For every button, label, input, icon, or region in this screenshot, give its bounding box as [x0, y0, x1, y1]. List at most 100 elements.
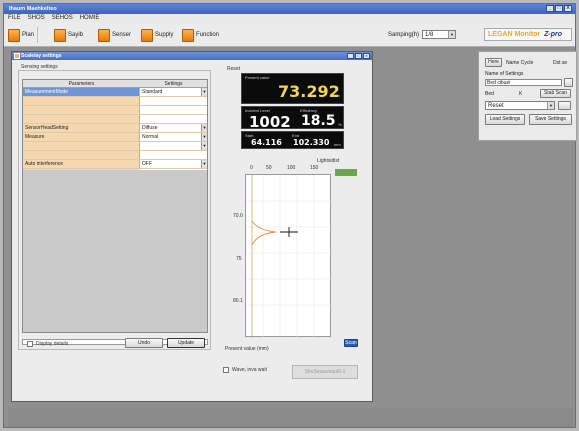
reset-apply-button[interactable]: [558, 101, 571, 110]
chevron-down-icon: ▼: [201, 133, 207, 141]
stab-scan-button[interactable]: Stab Scan: [540, 89, 571, 98]
menu-homie[interactable]: HOMIE: [80, 14, 100, 23]
toolbar: Plan Sayib Senser Supply Function Sampin…: [4, 23, 575, 47]
reset-select[interactable]: Reset ▼: [485, 101, 555, 110]
x-tick: 0: [250, 165, 253, 171]
row-param: SensorHeadSetting: [23, 124, 140, 132]
x-tick: 150: [310, 165, 319, 171]
plan-label: Plan: [22, 32, 35, 38]
apply-wave-button[interactable]: ShoSewaveaut0-1: [292, 365, 358, 379]
settings-header: Settings: [164, 81, 183, 87]
present-value: 73.292: [278, 82, 340, 101]
menu-sehos[interactable]: SEHOS: [52, 14, 73, 23]
wave-checkbox[interactable]: [223, 367, 229, 373]
grid-row[interactable]: ▼: [23, 142, 207, 151]
grid-row[interactable]: [23, 106, 207, 115]
main-window: Ihaum Maehkelteo _ □ X FILE SHOS SEHOS H…: [3, 3, 577, 428]
grid-row[interactable]: [23, 151, 207, 160]
row-param: [23, 115, 140, 123]
row-setting[interactable]: Standard ▼: [140, 88, 207, 96]
plan-icon: [8, 28, 20, 42]
row-setting[interactable]: [140, 106, 207, 114]
present-value-unit: mm: [333, 93, 340, 98]
level-indicator: [335, 169, 357, 176]
function-icon: [182, 28, 194, 42]
row-setting[interactable]: Normal ▼: [140, 133, 207, 141]
grid-row[interactable]: [23, 97, 207, 106]
supply-button[interactable]: Supply: [141, 28, 173, 42]
x-tick: 50: [266, 165, 272, 171]
parameters-header: Parameters: [68, 81, 95, 87]
row-setting[interactable]: OFF ▼: [140, 160, 207, 168]
name-cycle-label: Name Cycle: [506, 60, 534, 66]
incident-value: 1002: [249, 113, 291, 131]
sayib-button[interactable]: Sayib: [54, 28, 83, 42]
grid-row-measurement-mode[interactable]: MeasurementMode Standard ▼: [23, 88, 207, 97]
row-param: [23, 151, 140, 159]
load-settings-button[interactable]: Load Settings: [485, 114, 525, 125]
y-tick: 75: [236, 256, 242, 262]
plan-button[interactable]: Plan: [8, 28, 34, 42]
chevron-down-icon: ▼: [448, 31, 456, 38]
save-settings-button[interactable]: Save Settings: [529, 114, 572, 125]
efficiency-value: 18.5: [301, 113, 336, 129]
maximize-button[interactable]: □: [555, 5, 563, 12]
grid-row[interactable]: [23, 115, 207, 124]
sampling-control: Samping(h) 1/8 ▼: [388, 30, 457, 39]
close-button[interactable]: X: [564, 5, 572, 12]
brand-logo: LEGAN Monitor Z-pro: [484, 28, 572, 41]
grid-row-sensor-head[interactable]: SensorHeadSetting Diffuse ▼: [23, 124, 207, 133]
incident-efficiency-display: Incident Level Efficiency 1002 18.5 %: [241, 106, 344, 131]
row-setting[interactable]: ▼: [140, 142, 207, 150]
senser-button[interactable]: Senser: [98, 28, 131, 42]
function-button[interactable]: Function: [182, 28, 219, 42]
start-value: 64.116: [251, 138, 282, 147]
chevron-down-icon: ▼: [547, 102, 554, 109]
row-setting[interactable]: [140, 151, 207, 159]
efficiency-unit: %: [338, 122, 342, 127]
browse-button[interactable]: [564, 78, 573, 87]
scaling-settings-dialog: Scalelay settings _ □ × Sensing settings…: [11, 51, 373, 402]
row-setting-value: Standard: [142, 89, 163, 95]
function-label: Function: [196, 32, 220, 38]
sampling-select[interactable]: 1/8 ▼: [422, 30, 457, 39]
row-setting[interactable]: [140, 97, 207, 105]
dialog-close-button[interactable]: ×: [363, 53, 370, 59]
supply-label: Supply: [155, 32, 174, 38]
row-setting[interactable]: Diffuse ▼: [140, 124, 207, 132]
senser-icon: [98, 28, 110, 42]
crosshair-marker-icon: [280, 227, 298, 237]
dialog-minimize-button[interactable]: _: [347, 53, 354, 59]
dialog-maximize-button[interactable]: □: [355, 53, 362, 59]
wave-label: Wave, inva wait: [232, 367, 267, 373]
brand-name: LEGAN Monitor: [488, 31, 541, 38]
row-param: Measure: [23, 133, 140, 141]
display-details-label: Display details: [36, 341, 69, 347]
bed-label: Bed: [485, 91, 494, 97]
minimize-button[interactable]: _: [546, 5, 554, 12]
dialog-title-bar: Scalelay settings _ □ ×: [12, 52, 372, 60]
scan-button[interactable]: Scan: [344, 339, 358, 347]
chevron-down-icon: ▼: [201, 124, 207, 132]
settings-name-value: Bed cibuei: [487, 80, 511, 86]
grid-row-measure[interactable]: Measure Normal ▼: [23, 133, 207, 142]
menu-file[interactable]: FILE: [8, 14, 21, 23]
row-setting-value: Diffuse: [142, 125, 158, 131]
update-button[interactable]: Update: [167, 338, 205, 348]
row-setting[interactable]: [140, 115, 207, 123]
app-title: Ihaum Maehkelteo: [9, 6, 57, 12]
row-setting-value: Normal: [142, 134, 159, 140]
display-details-checkbox[interactable]: [27, 341, 33, 347]
start-end-display: Start End 64.116 102.330 mm: [241, 131, 344, 149]
present-value-display: Present value 73.292 mm: [241, 73, 344, 104]
app-title-bar: Ihaum Maehkelteo _ □ X: [4, 4, 575, 14]
grid-row-auto-interference[interactable]: Auto interference OFF ▼: [23, 160, 207, 169]
reset-label: Reset: [227, 66, 241, 72]
undo-button[interactable]: Undo: [125, 338, 163, 348]
new-button[interactable]: Here: [485, 58, 502, 67]
present-value-footer: Present value (mm): [225, 346, 269, 352]
sayib-label: Sayib: [68, 32, 84, 38]
status-area: [8, 408, 573, 427]
menu-shos[interactable]: SHOS: [28, 14, 45, 23]
settings-name-input[interactable]: Bed cibuei: [485, 79, 562, 86]
